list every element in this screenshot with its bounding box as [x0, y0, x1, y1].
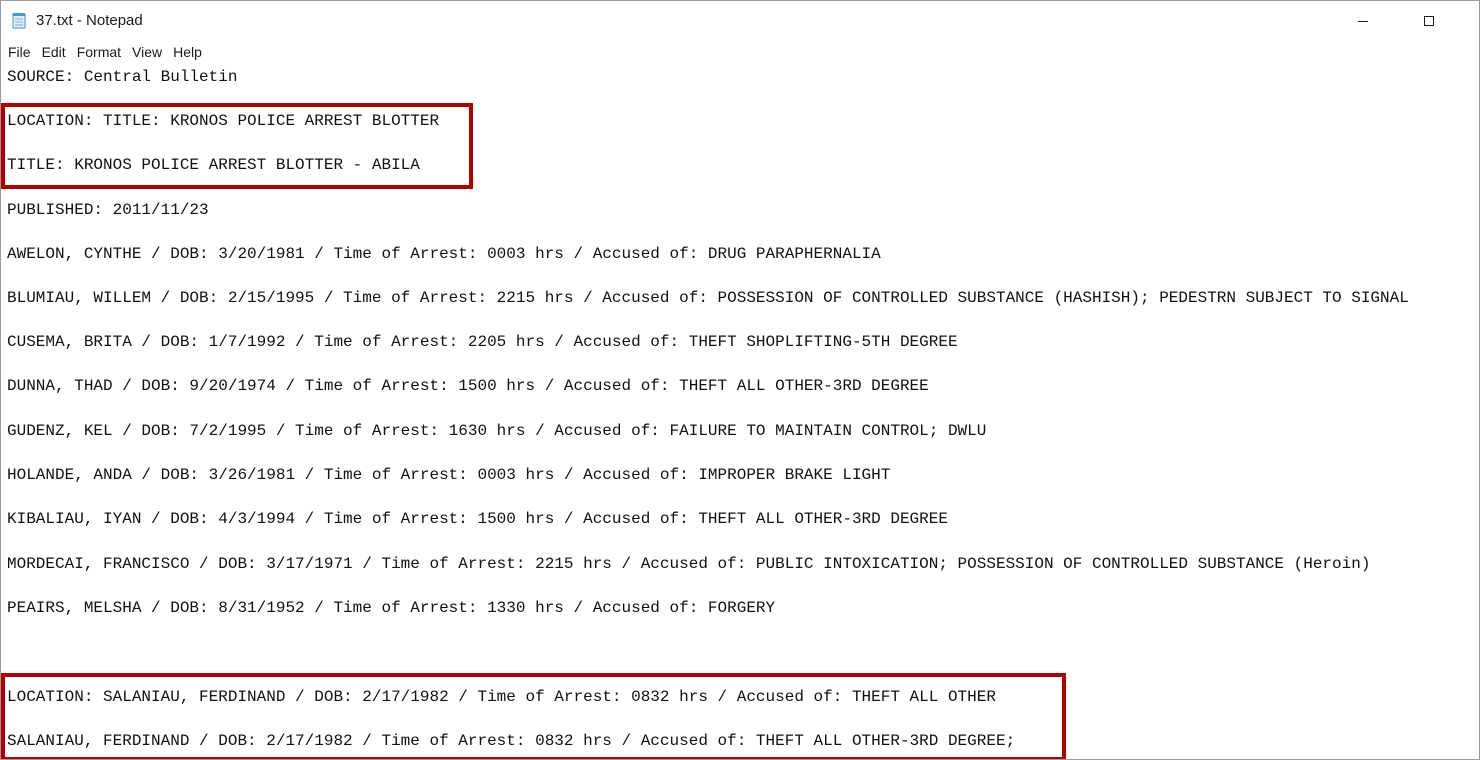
text-line: SOURCE: Central Bulletin	[7, 68, 238, 86]
text-line: SALANIAU, FERDINAND / DOB: 2/17/1982 / T…	[7, 732, 1016, 750]
text-line: LOCATION: TITLE: KRONOS POLICE ARREST BL…	[7, 112, 440, 130]
menu-edit[interactable]: Edit	[36, 41, 71, 63]
maximize-button[interactable]	[1406, 1, 1452, 41]
title-bar[interactable]: 37.txt - Notepad	[1, 1, 1479, 41]
maximize-icon	[1424, 16, 1434, 26]
text-editor-area[interactable]: SOURCE: Central Bulletin LOCATION: TITLE…	[1, 63, 1479, 759]
text-line: GUDENZ, KEL / DOB: 7/2/1995 / Time of Ar…	[7, 422, 987, 440]
text-line: DUNNA, THAD / DOB: 9/20/1974 / Time of A…	[7, 377, 929, 395]
menu-help[interactable]: Help	[167, 41, 207, 63]
menu-file[interactable]: File	[1, 41, 36, 63]
text-line: PEAIRS, MELSHA / DOB: 8/31/1952 / Time o…	[7, 599, 776, 617]
minimize-icon	[1358, 20, 1368, 22]
text-line: BLUMIAU, WILLEM / DOB: 2/15/1995 / Time …	[7, 289, 1409, 307]
notepad-icon	[12, 12, 27, 29]
text-line: KIBALIAU, IYAN / DOB: 4/3/1994 / Time of…	[7, 510, 948, 528]
text-line: HOLANDE, ANDA / DOB: 3/26/1981 / Time of…	[7, 466, 891, 484]
text-line: AWELON, CYNTHE / DOB: 3/20/1981 / Time o…	[7, 245, 881, 263]
menu-view[interactable]: View	[126, 41, 167, 63]
notepad-window: 37.txt - Notepad File Edit Format View H…	[0, 0, 1480, 760]
minimize-button[interactable]	[1340, 1, 1386, 41]
text-line: TITLE: KRONOS POLICE ARREST BLOTTER - AB…	[7, 156, 420, 174]
text-line: MORDECAI, FRANCISCO / DOB: 3/17/1971 / T…	[7, 555, 1371, 573]
text-line: PUBLISHED: 2011/11/23	[7, 201, 209, 219]
menu-format[interactable]: Format	[71, 41, 126, 63]
text-line: CUSEMA, BRITA / DOB: 1/7/1992 / Time of …	[7, 333, 958, 351]
text-line: LOCATION: SALANIAU, FERDINAND / DOB: 2/1…	[7, 688, 996, 706]
window-title: 37.txt - Notepad	[36, 12, 143, 29]
menu-bar: File Edit Format View Help	[1, 41, 1479, 63]
